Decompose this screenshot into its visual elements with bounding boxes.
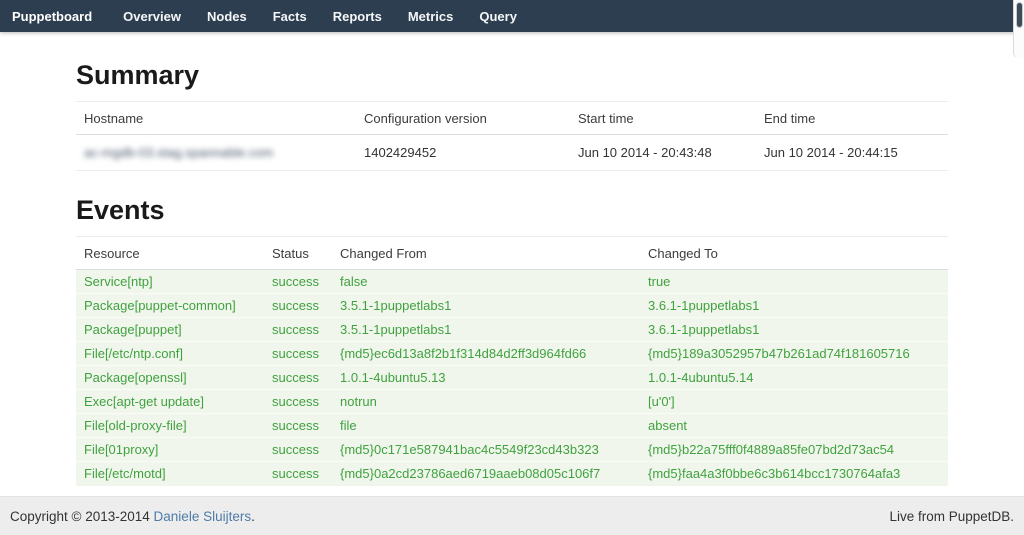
end-time-cell: Jun 10 2014 - 20:44:15 [756,135,948,171]
status-cell: success [264,390,332,414]
changed-from-cell: 3.5.1-1puppetlabs1 [332,318,640,342]
events-col-changed-to: Changed To [640,237,948,270]
navbar-brand-puppetboard[interactable]: Puppetboard [10,0,104,32]
changed-to-cell: 3.6.1-1puppetlabs1 [640,318,948,342]
resource-cell: File[/etc/motd] [76,462,264,486]
summary-heading: Summary [76,60,948,91]
status-cell: success [264,462,332,486]
status-cell: success [264,318,332,342]
table-row: File[/etc/motd] success {md5}0a2cd23786a… [76,462,948,486]
changed-to-cell: absent [640,414,948,438]
table-row: File[old-proxy-file] success file absent [76,414,948,438]
hostname-cell: ac-mgdb-03.stag.spannable.com [76,135,356,171]
configuration-version-cell: 1402429452 [356,135,570,171]
copyright-suffix: . [251,509,255,524]
summary-col-hostname: Hostname [76,102,356,135]
resource-cell: Package[openssl] [76,366,264,390]
status-cell: success [264,270,332,294]
summary-table: Hostname Configuration version Start tim… [76,101,948,171]
nav-item-reports[interactable]: Reports [320,0,395,32]
nav-item-nodes[interactable]: Nodes [194,0,260,32]
events-heading: Events [76,195,948,226]
summary-col-config-version: Configuration version [356,102,570,135]
changed-to-cell: [u'0'] [640,390,948,414]
status-cell: success [264,342,332,366]
resource-cell: File[old-proxy-file] [76,414,264,438]
events-col-resource: Resource [76,237,264,270]
nav-item-facts[interactable]: Facts [260,0,320,32]
status-cell: success [264,414,332,438]
events-col-status: Status [264,237,332,270]
summary-col-end-time: End time [756,102,948,135]
author-link[interactable]: Daniele Sluijters [154,509,252,524]
changed-from-cell: 1.0.1-4ubuntu5.13 [332,366,640,390]
hostname-link-redacted[interactable]: ac-mgdb-03.stag.spannable.com [84,145,273,160]
table-row: Service[ntp] success false true [76,270,948,294]
changed-to-cell: 1.0.1-4ubuntu5.14 [640,366,948,390]
events-header-row: Resource Status Changed From Changed To [76,237,948,270]
summary-header-row: Hostname Configuration version Start tim… [76,102,948,135]
scrollbar-track[interactable] [1013,0,1024,58]
copyright-text: Copyright © 2013-2014 Daniele Sluijters. [10,509,255,524]
events-table: Resource Status Changed From Changed To … [76,236,948,486]
top-navbar: Puppetboard Overview Nodes Facts Reports… [0,0,1024,32]
puppetdb-status-text: Live from PuppetDB. [889,509,1014,524]
summary-col-start-time: Start time [570,102,756,135]
table-row: Package[puppet-common] success 3.5.1-1pu… [76,294,948,318]
changed-to-cell: {md5}189a3052957b47b261ad74f181605716 [640,342,948,366]
table-row: File[/etc/ntp.conf] success {md5}ec6d13a… [76,342,948,366]
start-time-cell: Jun 10 2014 - 20:43:48 [570,135,756,171]
table-row: Package[openssl] success 1.0.1-4ubuntu5.… [76,366,948,390]
status-cell: success [264,366,332,390]
resource-cell: Package[puppet-common] [76,294,264,318]
changed-from-cell: file [332,414,640,438]
footer: Copyright © 2013-2014 Daniele Sluijters.… [0,496,1024,535]
changed-from-cell: false [332,270,640,294]
table-row: File[01proxy] success {md5}0c171e587941b… [76,438,948,462]
status-cell: success [264,294,332,318]
changed-from-cell: {md5}ec6d13a8f2b1f314d84d2ff3d964fd66 [332,342,640,366]
nav-item-metrics[interactable]: Metrics [395,0,467,32]
report-page: Summary Hostname Configuration version S… [76,60,948,486]
nav-item-overview[interactable]: Overview [110,0,194,32]
changed-to-cell: {md5}faa4a3f0bbe6c3b614bcc1730764afa3 [640,462,948,486]
changed-to-cell: true [640,270,948,294]
status-cell: success [264,438,332,462]
changed-from-cell: {md5}0a2cd23786aed6719aaeb08d05c106f7 [332,462,640,486]
events-col-changed-from: Changed From [332,237,640,270]
resource-cell: Package[puppet] [76,318,264,342]
resource-cell: File[01proxy] [76,438,264,462]
resource-cell: File[/etc/ntp.conf] [76,342,264,366]
scrollbar-thumb[interactable] [1016,2,1023,28]
changed-to-cell: {md5}b22a75fff0f4889a85fe07bd2d73ac54 [640,438,948,462]
changed-from-cell: {md5}0c171e587941bac4c5549f23cd43b323 [332,438,640,462]
changed-to-cell: 3.6.1-1puppetlabs1 [640,294,948,318]
table-row: Package[puppet] success 3.5.1-1puppetlab… [76,318,948,342]
summary-row: ac-mgdb-03.stag.spannable.com 1402429452… [76,135,948,171]
nav-item-query[interactable]: Query [466,0,530,32]
changed-from-cell: notrun [332,390,640,414]
copyright-prefix: Copyright © 2013-2014 [10,509,154,524]
table-row: Exec[apt-get update] success notrun [u'0… [76,390,948,414]
changed-from-cell: 3.5.1-1puppetlabs1 [332,294,640,318]
resource-cell: Exec[apt-get update] [76,390,264,414]
resource-cell: Service[ntp] [76,270,264,294]
